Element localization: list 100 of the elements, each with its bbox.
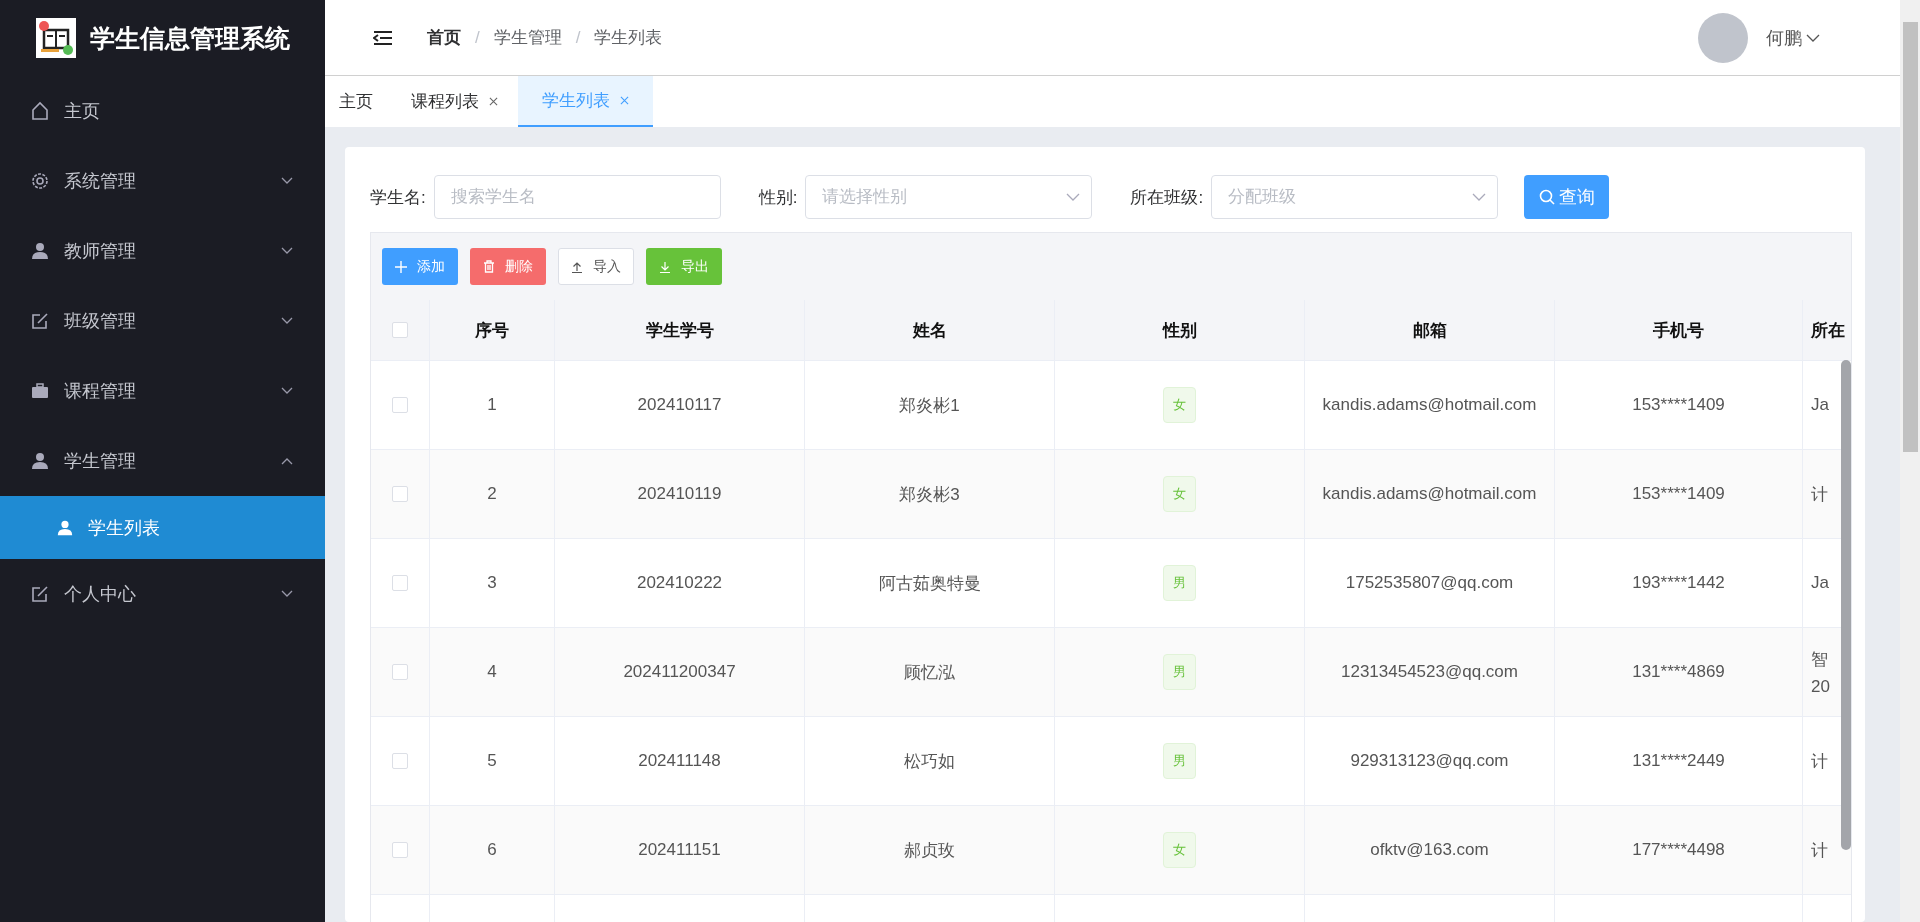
person-icon [56,518,74,537]
breadcrumb-separator: / [475,27,480,48]
table-cell-text: 929313123@qq.com [1350,750,1509,773]
table-cell: 131****2449 [1632,751,1725,771]
table-cell-text: ofktv@163.com [1370,839,1489,862]
table-cell: 202410222 [636,573,723,593]
gender-tag: 男 [1163,565,1196,601]
checkbox[interactable] [392,664,408,680]
tab[interactable]: 主页 [325,76,397,127]
table-cell: 131****4869 [1632,662,1725,682]
column-header: 所在 [1811,319,1845,342]
briefcase-icon [30,381,50,401]
menu-item[interactable]: 主页 [0,76,325,146]
table-cell: Ja [1811,395,1829,415]
checkbox[interactable] [392,322,408,338]
import-button[interactable]: 导入 [558,248,634,285]
table-cell: 5 [487,751,497,771]
table-cell: 3 [487,573,497,593]
field-label: 性别: [758,186,798,209]
chevron-icon [281,590,293,598]
breadcrumb-item: 学生管理 [493,27,562,49]
field-label: 所在班级: [1130,186,1204,209]
logo-icon [35,18,76,58]
menu-icon[interactable] [373,29,393,46]
chevron-icon [1066,193,1081,201]
person-icon [30,451,50,471]
breadcrumb-separator: / [575,27,581,48]
gender-tag: 男 [1163,654,1196,690]
table-cell-text: kandis.adams@hotmail.com [1322,394,1537,417]
breadcrumb-item[interactable]: 首页 [427,26,461,49]
checkbox[interactable] [392,575,408,591]
close-icon[interactable] [620,96,629,105]
upload-icon [571,260,583,273]
table-cell-text: 12313454523@qq.com [1341,661,1518,684]
table-cell: 2 [487,484,497,504]
table-cell: 1 [487,395,497,415]
column-header: 姓名 [912,319,947,342]
menu-item[interactable]: 个人中心 [0,559,325,629]
gender-tag: 男 [1163,743,1196,779]
scrollbar[interactable] [1841,360,1851,850]
table-cell: 193****1442 [1632,573,1725,593]
user-name[interactable]: 何鹏 [1766,25,1802,50]
table-cell: 153****1409 [1632,484,1725,504]
table-cell: 6 [487,840,497,860]
scrollbar[interactable] [1900,0,1920,922]
select-field[interactable]: 请选择性别 [805,175,1093,219]
table-cell: 4 [487,662,497,682]
column-header: 学生学号 [645,319,714,342]
edit-icon [30,311,50,331]
tab[interactable]: 课程列表 [397,76,518,127]
chevron-icon [1472,193,1487,201]
chevron-icon [281,247,293,255]
field-label: 学生名: [370,186,426,209]
search-field[interactable]: 搜索学生名 [433,175,721,219]
gender-tag: 女 [1163,832,1196,868]
person-icon [30,241,50,261]
menu-item[interactable]: 教师管理 [0,216,325,286]
home-icon [30,101,50,121]
table-cell-text: 计 [1811,839,1828,862]
checkbox[interactable] [392,397,408,413]
menu-item[interactable]: 班级管理 [0,286,325,356]
table-cell: 202410119 [637,484,722,504]
table-cell-text: 阿古茹奥特曼 [878,572,981,595]
search-icon [1538,189,1555,205]
trash-icon [483,260,495,273]
checkbox[interactable] [392,486,408,502]
table-cell: 20 [1811,676,1830,697]
table-cell-text: 郝贞玫 [904,839,955,862]
select-field[interactable]: 分配班级 [1211,175,1499,219]
table-cell-text: 计 [1811,483,1828,506]
table-cell: 202411151 [638,840,721,860]
table-cell-text: 智 [1811,648,1828,671]
chevron-icon [1806,33,1820,42]
menu-item[interactable]: 系统管理 [0,146,325,216]
edit-icon [30,584,50,604]
table-cell: 177****4498 [1632,840,1725,860]
table-cell-text: 计 [1811,750,1828,773]
gender-tag: 女 [1163,476,1196,512]
column-header: 性别 [1162,319,1197,342]
menu-item[interactable]: 课程管理 [0,356,325,426]
column-header: 邮箱 [1412,319,1447,342]
table-cell: 202411200347 [623,662,736,682]
table-cell: 202411148 [638,751,721,771]
table-cell: 202410117 [637,395,722,415]
table-cell-text: 郑炎彬1 [899,394,960,417]
checkbox[interactable] [392,753,408,769]
column-header: 手机号 [1653,319,1704,342]
plus-icon [395,260,407,273]
menu-item[interactable]: 学生管理 [0,426,325,496]
gear-icon [30,171,50,191]
avatar[interactable] [1698,12,1748,63]
table-cell: 153****1409 [1632,395,1725,415]
gender-tag: 女 [1163,387,1196,423]
close-icon[interactable] [489,97,498,106]
table-cell: Ja [1811,573,1829,593]
checkbox[interactable] [392,842,408,858]
app-title: 学生信息管理系统 [89,22,290,54]
column-header: 序号 [475,319,509,342]
submenu-item[interactable]: 学生列表 [0,496,325,559]
breadcrumb-item: 学生列表 [594,27,663,49]
